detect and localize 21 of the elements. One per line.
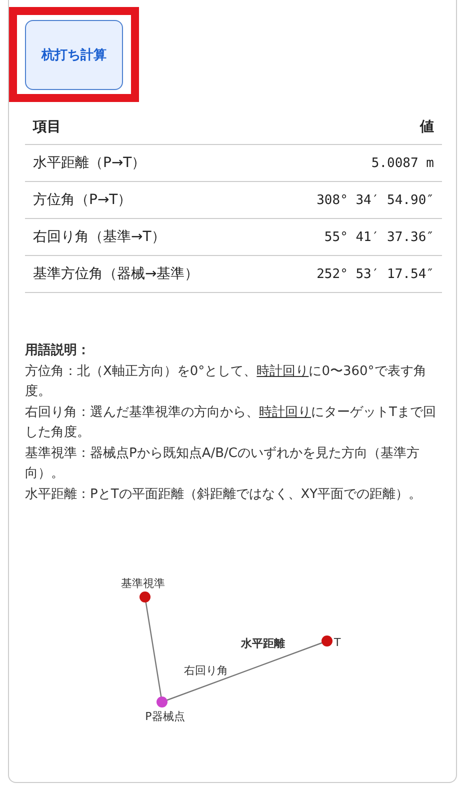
item-value: 55° 41′ 37.36″: [324, 230, 434, 244]
glossary-title: 用語説明：: [25, 342, 91, 360]
item-value: 5.0087 m: [371, 156, 434, 170]
item-label: 基準方位角（器械→基準）: [33, 266, 199, 282]
glossary-entry: 基準視準：器械点Pから既知点A/B/Cのいずれかを見た方向（基準方向）。: [25, 444, 420, 483]
glossary-entry: 右回り角：選んだ基準視準の方向から、時計回り にターゲットTまで回した角度。: [25, 404, 437, 442]
glossary-entry: 水平距離：PとTの平面距離（斜距離ではなく、XY平面での距離）。: [25, 486, 423, 504]
item-value: 252° 53′ 17.54″: [316, 266, 434, 282]
point-label: P器械点: [145, 710, 185, 723]
item-label: 方位角（P→T）: [33, 192, 132, 208]
angle-label: 右回り角: [184, 664, 228, 677]
point-label: T: [334, 636, 341, 649]
point-label: 基準視準: [121, 577, 165, 590]
glossary-entry: 方位角：北（X軸正方向）を0°として、時計回り に0〜360°で表す角度。: [25, 362, 428, 401]
item-label: 右回り角（基準→T）: [33, 229, 166, 245]
distance-label: 水平距離: [241, 637, 285, 650]
item-value: 308° 34′ 54.90″: [316, 192, 434, 208]
column-header: 値: [265, 112, 442, 144]
item-label: 水平距離（P→T）: [33, 155, 146, 171]
calculate-button[interactable]: 杭打ち計算: [25, 20, 123, 90]
column-header: 項目: [25, 112, 266, 144]
